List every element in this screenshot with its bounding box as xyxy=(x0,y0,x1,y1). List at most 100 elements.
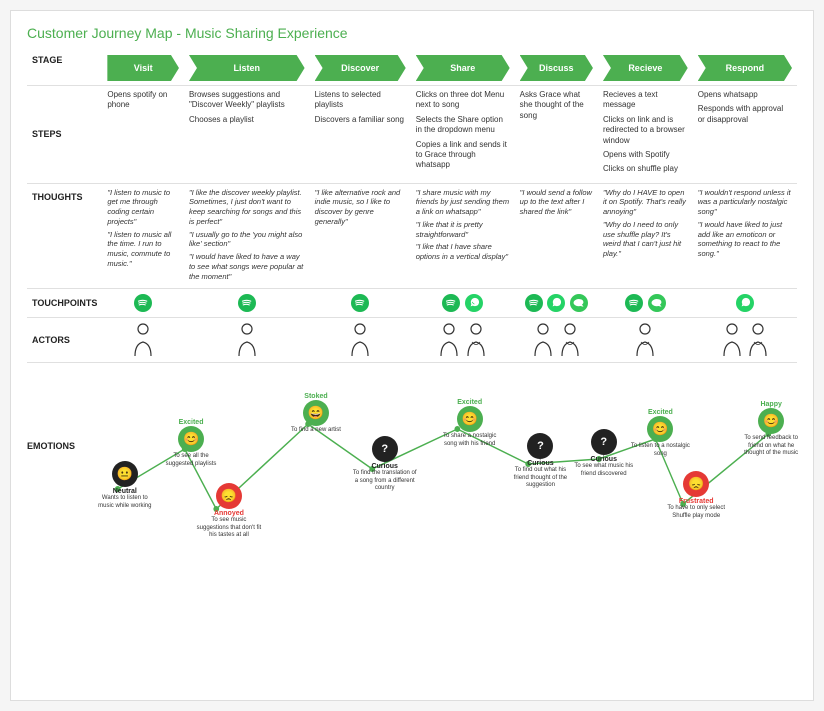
thought-text: "I share music with my friends by just s… xyxy=(416,188,510,217)
steps-row: STEPS Opens spotify on phone Browses sug… xyxy=(27,86,797,184)
emotion-face-curious3: ? xyxy=(591,429,617,455)
step-text: Opens whatsapp xyxy=(698,90,792,100)
steps-label: STEPS xyxy=(27,86,102,184)
spotify-icon xyxy=(351,294,369,312)
steps-cell-1: Browses suggestions and "Discover Weekly… xyxy=(184,86,310,184)
whatsapp-icon xyxy=(736,294,754,312)
stage-cell-3: Share xyxy=(411,51,515,86)
touchpoints-cell-6 xyxy=(693,289,797,318)
stage-listen: Listen xyxy=(189,55,305,81)
emotion-label: Curious xyxy=(352,463,417,470)
actor-figure xyxy=(235,322,259,356)
emotion-desc: To listen to a nostalgic song xyxy=(630,443,690,457)
emotion-happy: Happy 😊 To send feedback to friend on wh… xyxy=(739,401,804,457)
emotion-desc: To send feedback to friend on what he th… xyxy=(739,435,804,457)
spotify-icon xyxy=(442,294,460,312)
thoughts-cell-1: "I like the discover weekly playlist. So… xyxy=(184,183,310,289)
thought-text: "I wouldn't respond unless it was a part… xyxy=(698,188,792,217)
emotions-row: EMOTIONS 😐 xyxy=(27,371,797,536)
emotion-label: Excited xyxy=(630,409,690,416)
step-text: Clicks on shuffle play xyxy=(603,164,688,174)
stage-discuss: Discuss xyxy=(520,55,593,81)
emotion-annoyed: 😞 Annoyed To see music suggestions that … xyxy=(196,483,261,539)
emotion-desc: To find out what his friend thought of t… xyxy=(508,467,573,489)
thought-text: "I like alternative rock and indie music… xyxy=(315,188,406,227)
stage-label: STAGE xyxy=(27,51,102,86)
touchpoints-cell-1 xyxy=(184,289,310,318)
emotion-face-neutral: 😐 xyxy=(112,461,138,487)
touchpoints-cell-3 xyxy=(411,289,515,318)
emotion-face-curious1: ? xyxy=(372,436,398,462)
page-title: Customer Journey Map - Music Sharing Exp… xyxy=(27,25,797,41)
step-text: Recieves a text message xyxy=(603,90,688,111)
emotion-label: Excited xyxy=(437,399,502,406)
emotions-label: EMOTIONS xyxy=(27,371,89,536)
step-text: Clicks on three dot Menu next to song xyxy=(416,90,510,111)
actor-figure xyxy=(437,322,461,356)
stage-cell-1: Listen xyxy=(184,51,310,86)
thoughts-cell-5: "Why do I HAVE to open it on Spotify. Th… xyxy=(598,183,693,289)
emotion-desc: To find the translation of a song from a… xyxy=(352,470,417,492)
emotion-face-curious2: ? xyxy=(527,433,553,459)
thoughts-cell-6: "I wouldn't respond unless it was a part… xyxy=(693,183,797,289)
stage-respond: Respond xyxy=(698,55,792,81)
spotify-icon xyxy=(134,294,152,312)
actors-row: ACTORS xyxy=(27,318,797,363)
emotion-label: Annoyed xyxy=(196,510,261,517)
actors-cell-6 xyxy=(693,318,797,363)
thought-text: "I listen to music all the time. I run t… xyxy=(107,230,179,269)
imessage-icon xyxy=(570,294,588,312)
emotion-face-frustrated: 😞 xyxy=(683,471,709,497)
actors-cell-0 xyxy=(102,318,184,363)
stage-visit: Visit xyxy=(107,55,179,81)
steps-cell-4: Asks Grace what she thought of the song xyxy=(515,86,598,184)
actor-figure-female xyxy=(464,322,488,356)
emotion-label: Happy xyxy=(739,401,804,408)
step-text: Chooses a playlist xyxy=(189,115,305,125)
emotion-label: Curious xyxy=(574,456,634,463)
emotion-face-excited3: 😊 xyxy=(647,416,673,442)
touchpoints-cell-5 xyxy=(598,289,693,318)
thought-text: "Why do I HAVE to open it on Spotify. Th… xyxy=(603,188,688,217)
emotion-desc: To see music suggestions that don't fit … xyxy=(196,517,261,539)
stage-discover: Discover xyxy=(315,55,406,81)
emotion-face-happy: 😊 xyxy=(758,408,784,434)
title-static: Customer Journey Map - xyxy=(27,25,185,41)
steps-cell-6: Opens whatsapp Responds with approval or… xyxy=(693,86,797,184)
touchpoints-label: TOUCHPOINTS xyxy=(27,289,102,318)
emotion-desc: Wants to listen to music while working xyxy=(97,495,152,509)
step-text: Opens spotify on phone xyxy=(107,90,179,111)
touchpoints-cell-0 xyxy=(102,289,184,318)
stage-cell-2: Discover xyxy=(310,51,411,86)
whatsapp-icon xyxy=(465,294,483,312)
actors-label: ACTORS xyxy=(27,318,102,363)
whatsapp-icon xyxy=(547,294,565,312)
thought-text: "Why do I need to only use shuffle play?… xyxy=(603,220,688,259)
step-text: Discovers a familiar song xyxy=(315,115,406,125)
emotion-curious-3: ? Curious To see what music his friend d… xyxy=(574,429,634,477)
step-text: Listens to selected playlists xyxy=(315,90,406,111)
emotion-neutral: 😐 Neutral Wants to listen to music while… xyxy=(97,461,152,509)
actor-figure xyxy=(720,322,744,356)
emotion-excited-3: Excited 😊 To listen to a nostalgic song xyxy=(630,409,690,457)
emotions-chart: 😐 Neutral Wants to listen to music while… xyxy=(89,371,797,536)
stage-cell-0: Visit xyxy=(102,51,184,86)
emotion-curious-2: ? Curious To find out what his friend th… xyxy=(508,433,573,489)
emotion-desc: To have to only select Shuffle play mode xyxy=(664,505,729,519)
thought-text: "I like the discover weekly playlist. So… xyxy=(189,188,305,227)
stage-share: Share xyxy=(416,55,510,81)
emotion-label: Curious xyxy=(508,460,573,467)
stage-cell-6: Respond xyxy=(693,51,797,86)
steps-cell-2: Listens to selected playlists Discovers … xyxy=(310,86,411,184)
step-text: Copies a link and sends it to Grace thro… xyxy=(416,140,510,171)
step-text: Responds with approval or disapproval xyxy=(698,104,792,125)
emotion-desc: To share a nostalgic song with his frien… xyxy=(437,433,502,447)
stage-recieve: Recieve xyxy=(603,55,688,81)
touchpoints-cell-2 xyxy=(310,289,411,318)
steps-cell-5: Recieves a text message Clicks on link a… xyxy=(598,86,693,184)
thought-text: "I listen to music to get me through cod… xyxy=(107,188,179,227)
thoughts-cell-2: "I like alternative rock and indie music… xyxy=(310,183,411,289)
emotion-desc: To see all the suggested playlists xyxy=(161,453,221,467)
thoughts-cell-0: "I listen to music to get me through cod… xyxy=(102,183,184,289)
actors-cell-4 xyxy=(515,318,598,363)
